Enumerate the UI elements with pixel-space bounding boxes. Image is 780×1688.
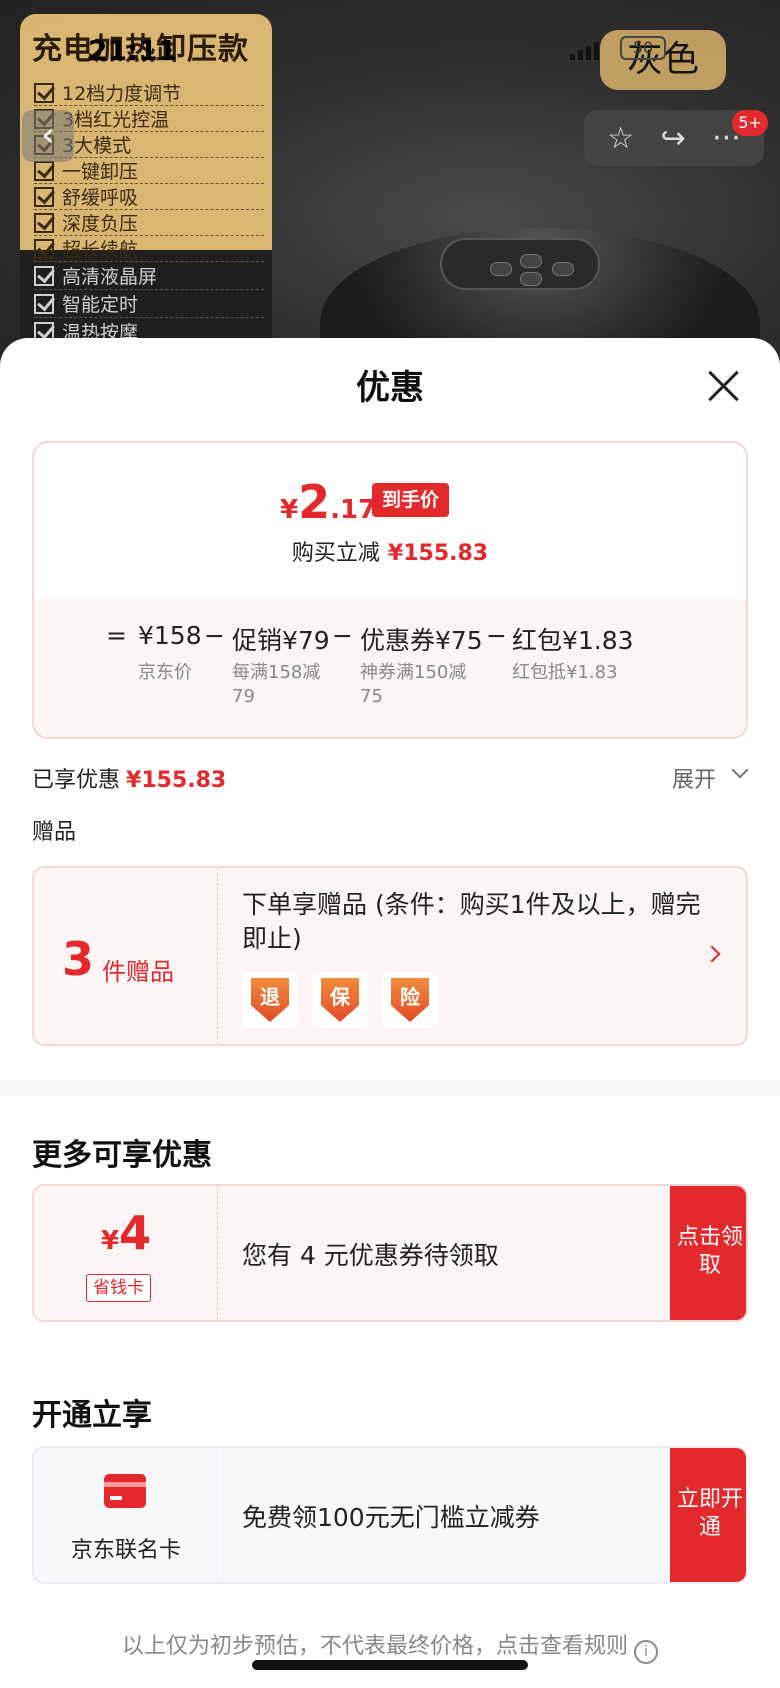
open-card-button[interactable]: 立即开通 bbox=[670, 1448, 746, 1582]
promo-feature: 超长续航 bbox=[34, 236, 264, 262]
formula-promotion-sub: 每满158减79 bbox=[232, 662, 321, 707]
enjoyed-discount-summary: 已享优惠 ¥155.83 bbox=[32, 768, 227, 793]
formula-coupon: 优惠券¥75 bbox=[360, 626, 483, 655]
minus-sign: − bbox=[486, 621, 507, 650]
final-price: ¥ 2 .17 bbox=[280, 475, 377, 529]
product-image-background: 充电加热卸压款 12档力度调节 3档红光控温 3大模式 一键卸压 舒缓呼吸 深度… bbox=[0, 0, 780, 360]
signal-icon bbox=[570, 40, 600, 60]
formula-base-sub: 京东价 bbox=[138, 662, 192, 683]
device-button bbox=[520, 272, 542, 286]
checkbox-icon bbox=[34, 186, 54, 207]
chevron-down-icon[interactable] bbox=[731, 761, 749, 779]
section-divider bbox=[0, 1080, 780, 1096]
gift-unit: 件赠品 bbox=[102, 958, 174, 986]
gift-section-label: 赠品 bbox=[32, 820, 77, 845]
discount-bottom-sheet: 优惠 ¥ 2 .17 到手价 购买立减 ¥155.83 = ¥158 − 促销¥7… bbox=[0, 338, 780, 1688]
sheet-title: 优惠 bbox=[356, 368, 424, 408]
gift-card[interactable]: 3 件赠品 下单享赠品 (条件：购买1件及以上，赠完即止) 退 保 险 bbox=[32, 866, 748, 1046]
checkbox-icon bbox=[34, 160, 54, 181]
home-indicator bbox=[252, 1660, 528, 1670]
share-icon[interactable]: ↪ bbox=[661, 121, 686, 156]
status-bar-time: 21:11 bbox=[88, 34, 178, 67]
formula-promotion: 促销¥79 bbox=[232, 626, 330, 655]
instant-discount-line: 购买立减 ¥155.83 bbox=[291, 541, 489, 566]
checkbox-icon bbox=[34, 212, 54, 233]
promo-feature: 智能定时 bbox=[34, 290, 264, 318]
coupon-card[interactable]: ¥4 省钱卡 您有 4 元优惠券待领取 点击领取 bbox=[32, 1184, 748, 1322]
formula-red-packet-sub: 红包抵¥1.83 bbox=[512, 662, 618, 683]
promo-feature: 舒缓呼吸 bbox=[34, 184, 264, 210]
promo-feature: 一键卸压 bbox=[34, 158, 264, 184]
open-benefits-title: 开通立享 bbox=[32, 1398, 152, 1433]
back-button[interactable]: ‹ bbox=[22, 110, 74, 162]
gift-item-return-icon: 退 bbox=[242, 972, 298, 1028]
minus-sign: − bbox=[204, 621, 225, 650]
formula-base-price: ¥158 bbox=[138, 621, 202, 650]
final-price-tag: 到手价 bbox=[372, 483, 450, 517]
promo-feature: 12档力度调节 bbox=[34, 80, 264, 106]
minus-sign: − bbox=[332, 621, 353, 650]
savings-card-tag: 省钱卡 bbox=[86, 1274, 151, 1302]
expand-button[interactable]: 展开 bbox=[672, 762, 716, 794]
card-offer-description: 免费领100元无门槛立减券 bbox=[242, 1503, 540, 1532]
price-summary: ¥ 2 .17 到手价 购买立减 ¥155.83 bbox=[34, 443, 746, 599]
message-count-badge: 5+ bbox=[732, 110, 768, 136]
info-icon[interactable]: i bbox=[634, 1640, 658, 1664]
co-brand-card-offer[interactable]: 京东联名卡 免费领100元无门槛立减券 立即开通 bbox=[32, 1446, 748, 1584]
formula-red-packet: 红包¥1.83 bbox=[512, 626, 634, 655]
equals-sign: = bbox=[106, 621, 127, 650]
price-disclaimer-link[interactable]: 以上仅为初步预估，不代表最终价格，点击查看规则 i bbox=[0, 1628, 780, 1664]
chevron-right-icon[interactable] bbox=[703, 945, 721, 963]
coupon-description: 您有 4 元优惠券待领取 bbox=[242, 1241, 499, 1270]
credit-card-icon bbox=[104, 1474, 146, 1508]
price-formula: = ¥158 − 促销¥79 − 优惠券¥75 − 红包¥1.83 京东价 每满… bbox=[34, 599, 746, 737]
checkbox-icon bbox=[34, 238, 54, 259]
checkbox-icon bbox=[34, 293, 54, 314]
gift-description: 下单享赠品 (条件：购买1件及以上，赠完即止) bbox=[242, 890, 701, 953]
checkbox-icon bbox=[34, 82, 54, 103]
gift-count: 3 bbox=[62, 932, 95, 986]
gift-icon-list: 退 保 险 bbox=[242, 972, 438, 1028]
favorite-star-icon[interactable]: ☆ bbox=[607, 121, 634, 156]
coupon-amount: ¥4 bbox=[100, 1206, 152, 1260]
device-button bbox=[552, 262, 574, 276]
promo-feature: 高清液晶屏 bbox=[34, 262, 264, 290]
gift-item-insurance-icon: 险 bbox=[382, 972, 438, 1028]
close-icon[interactable] bbox=[706, 368, 742, 404]
gift-item-warranty-icon: 保 bbox=[312, 972, 368, 1028]
checkbox-icon bbox=[34, 265, 54, 286]
claim-coupon-button[interactable]: 点击领取 bbox=[670, 1186, 746, 1320]
price-breakdown-card: ¥ 2 .17 到手价 购买立减 ¥155.83 = ¥158 − 促销¥79 −… bbox=[32, 441, 748, 739]
device-button bbox=[490, 262, 512, 276]
device-button bbox=[520, 254, 542, 268]
formula-coupon-sub: 神券满150减75 bbox=[360, 662, 467, 707]
card-name: 京东联名卡 bbox=[70, 1538, 181, 1563]
promo-feature: 深度负压 bbox=[34, 210, 264, 236]
battery-icon: 50 bbox=[620, 36, 666, 60]
more-discounts-title: 更多可享优惠 bbox=[32, 1138, 212, 1173]
